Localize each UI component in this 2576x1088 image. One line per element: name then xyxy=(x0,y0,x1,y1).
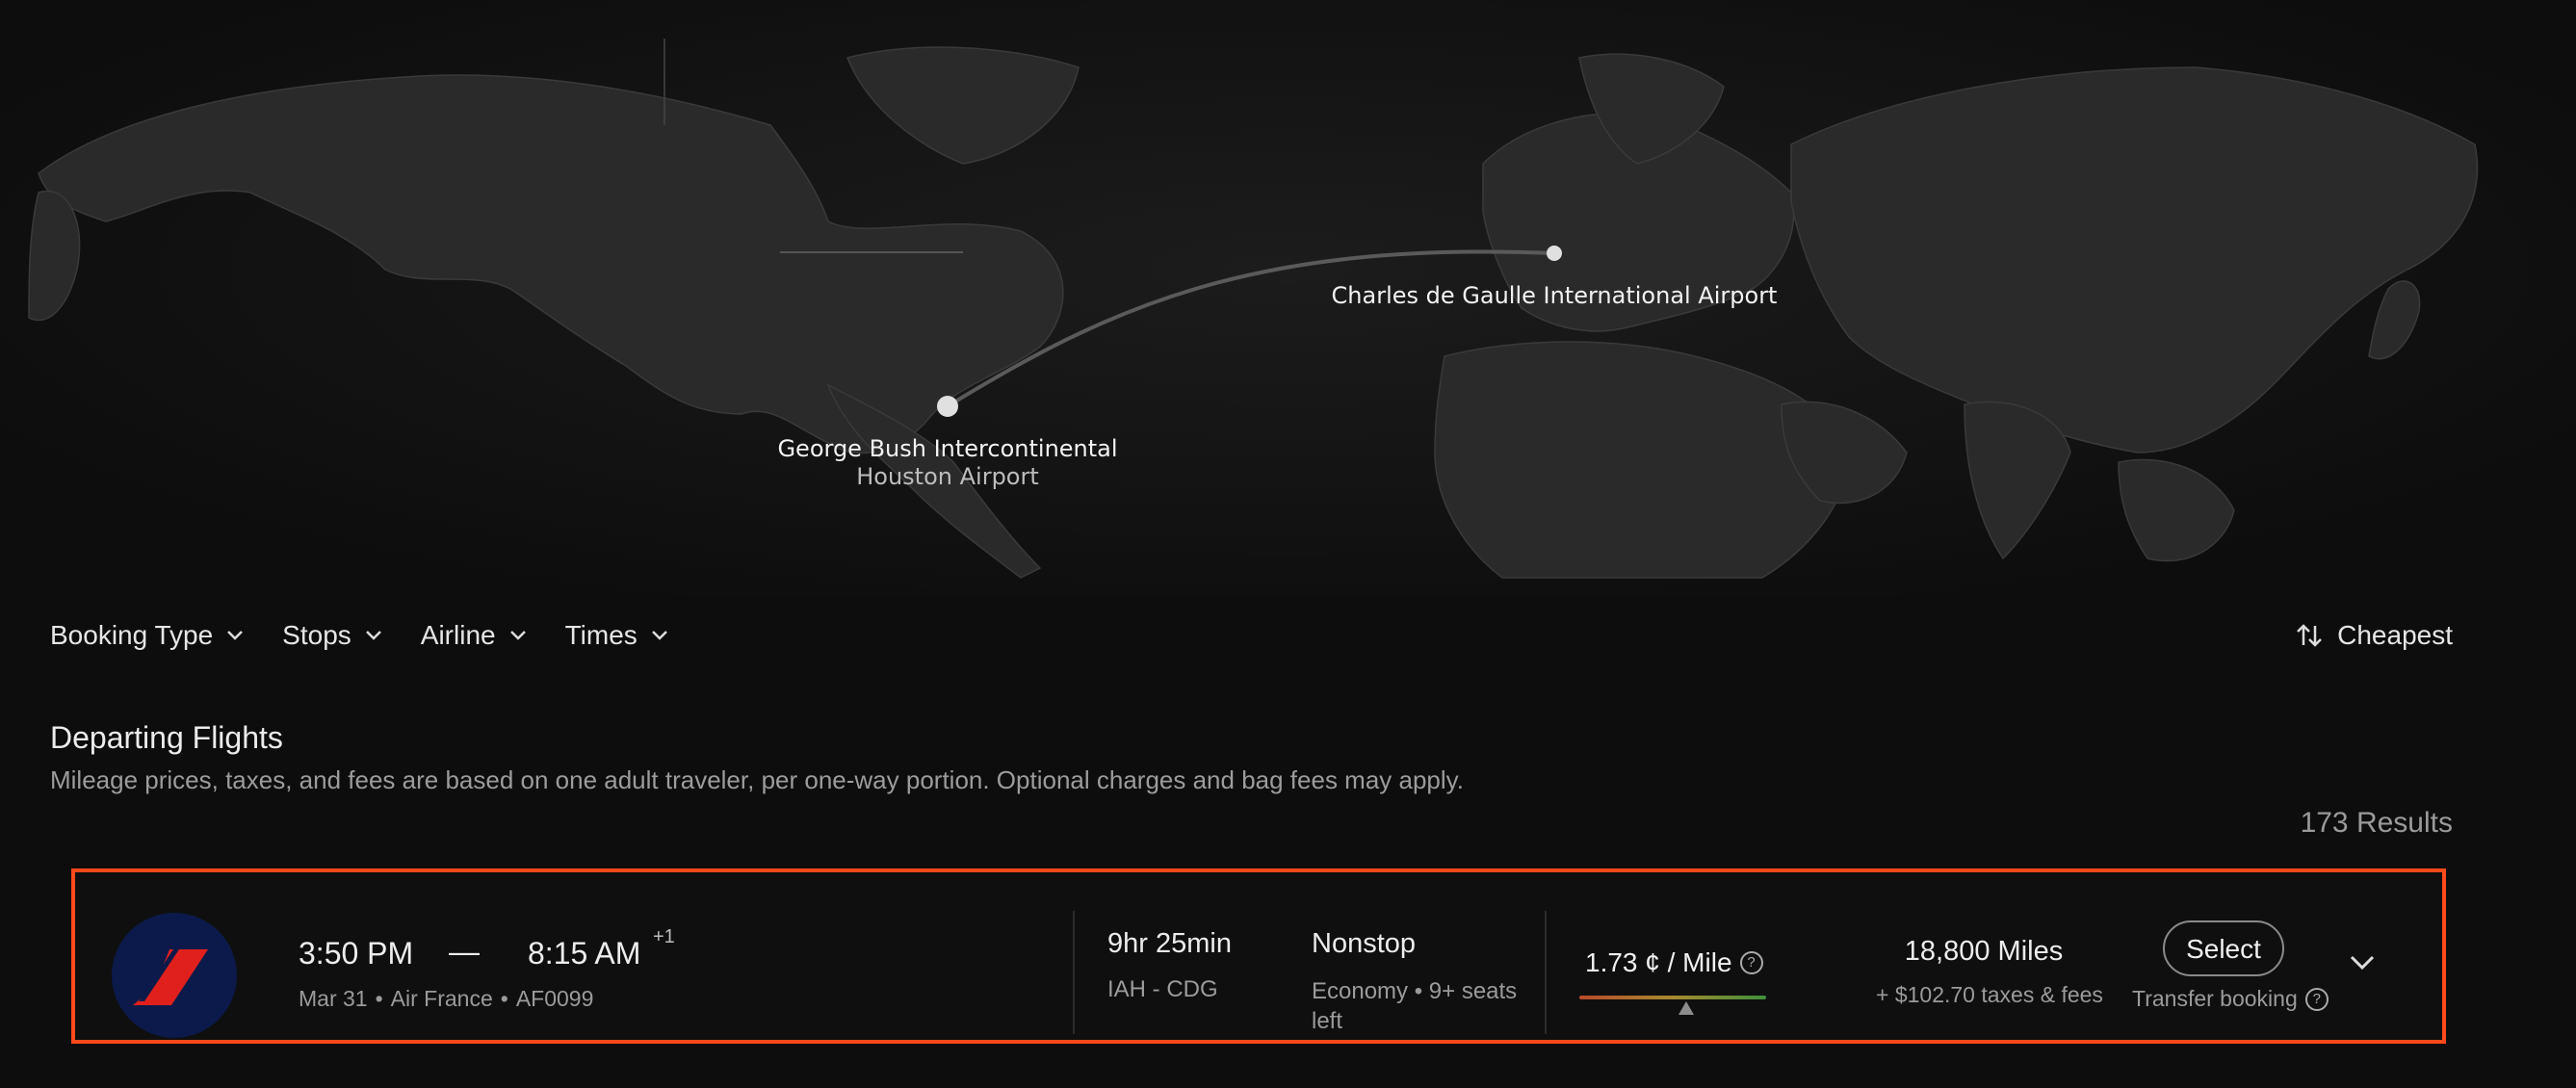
asia-shape xyxy=(1790,66,2479,453)
flight-route: IAH - CDG xyxy=(1107,976,1218,1002)
destination-marker[interactable] xyxy=(1547,246,1562,261)
origin-name: George Bush Intercontinental xyxy=(777,435,1118,462)
flight-date: Mar 31 xyxy=(299,986,368,1011)
airline-name: Air France xyxy=(390,986,493,1011)
origin-label: George Bush Intercontinental Houston Air… xyxy=(755,435,1140,491)
chevron-down-icon xyxy=(365,631,381,640)
departure-time: 3:50 PM xyxy=(299,936,414,971)
stops-info: Nonstop xyxy=(1312,928,1417,959)
greenland-shape xyxy=(846,46,1080,165)
destination-name: Charles de Gaulle International Airport xyxy=(1331,282,1778,309)
separator-dot: • xyxy=(500,986,508,1011)
route-map: George Bush Intercontinental Houston Air… xyxy=(0,0,2576,597)
filter-label: Booking Type xyxy=(50,620,214,650)
filter-label: Airline xyxy=(420,620,496,650)
air-france-logo-icon xyxy=(133,949,208,1005)
transfer-booking-label: Transfer booking xyxy=(2132,986,2298,1011)
arrival-time: 8:15 AM xyxy=(528,936,641,971)
japan-shape xyxy=(2368,280,2421,360)
origin-marker[interactable] xyxy=(937,396,958,417)
results-count: 173 Results xyxy=(2300,807,2453,839)
taxes-fees: + $102.70 taxes & fees xyxy=(1876,982,2103,1007)
sort-label: Cheapest xyxy=(2337,620,2453,650)
select-button[interactable]: Select xyxy=(2163,920,2284,976)
section-note: Mileage prices, taxes, and fees are base… xyxy=(50,765,1464,794)
help-icon[interactable]: ? xyxy=(1739,951,1763,974)
filter-booking-type[interactable]: Booking Type xyxy=(50,620,244,651)
filter-times[interactable]: Times xyxy=(565,620,668,651)
value-meter xyxy=(1579,996,1766,999)
time-separator: — xyxy=(449,934,480,969)
help-icon[interactable]: ? xyxy=(2304,987,2329,1011)
africa-shape xyxy=(1434,341,1850,579)
cabin-info: Economy • 9+ seats left xyxy=(1312,978,1518,1034)
divider xyxy=(1545,911,1547,1034)
separator-dot: • xyxy=(375,986,383,1011)
value-meter-marker xyxy=(1678,1001,1694,1015)
chevron-down-icon xyxy=(651,631,667,640)
southeast-asia-shape xyxy=(2118,458,2235,562)
divider xyxy=(1073,911,1075,1034)
world-map xyxy=(28,39,2479,579)
flight-duration: 9hr 25min xyxy=(1107,928,1232,959)
flight-result-card[interactable]: 3:50 PM — 8:15 AM +1 Mar 31 • Air France • A… xyxy=(71,868,2446,1044)
chevron-down-icon xyxy=(227,631,244,640)
section-title: Departing Flights xyxy=(50,720,283,755)
sort-button[interactable]: Cheapest xyxy=(2295,616,2453,655)
miles-price: 18,800 Miles xyxy=(1904,936,2064,967)
flight-meta: Mar 31 • Air France • AF0099 xyxy=(299,986,593,1012)
transfer-booking[interactable]: Transfer booking ? xyxy=(2132,986,2329,1012)
sort-arrows-icon xyxy=(2297,624,2323,647)
expand-chevron-icon[interactable] xyxy=(2348,953,2377,972)
filter-stops[interactable]: Stops xyxy=(282,620,382,651)
cents-per-mile-value: 1.73 ¢ / Mile xyxy=(1585,947,1732,977)
airline-logo xyxy=(112,913,237,1038)
filter-label: Times xyxy=(564,620,637,650)
chevron-down-icon xyxy=(509,631,526,640)
day-offset: +1 xyxy=(653,926,675,947)
origin-subtitle: Houston Airport xyxy=(856,463,1039,490)
cents-per-mile: 1.73 ¢ / Mile ? xyxy=(1585,947,1763,978)
japan-west-shape xyxy=(28,190,81,322)
filter-label: Stops xyxy=(282,620,351,650)
destination-label: Charles de Gaulle International Airport xyxy=(1314,282,1795,310)
filter-bar: Booking Type Stops Airline Times xyxy=(50,616,668,655)
india-shape xyxy=(1964,401,2071,560)
filter-airline[interactable]: Airline xyxy=(421,620,527,651)
flight-number: AF0099 xyxy=(515,986,594,1011)
